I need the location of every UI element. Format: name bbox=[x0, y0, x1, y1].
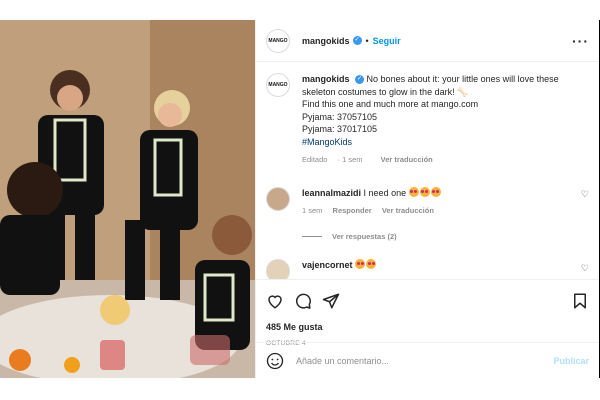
reply-link[interactable]: Responder bbox=[333, 206, 372, 215]
view-replies-label: Ver respuestas (2) bbox=[332, 231, 397, 241]
comment-time: 1 sem bbox=[302, 206, 323, 215]
follow-button[interactable]: Seguir bbox=[373, 36, 401, 46]
commenter-avatar[interactable] bbox=[266, 186, 290, 211]
see-translation-link[interactable]: Ver traducción bbox=[381, 155, 433, 164]
comment-input[interactable] bbox=[294, 354, 554, 367]
view-replies[interactable]: Ver respuestas (2) bbox=[302, 232, 599, 241]
see-translation-link[interactable]: Ver traducción bbox=[382, 206, 434, 215]
comment-body: leannalmazidi I need one 1 sem Responder… bbox=[302, 186, 442, 218]
heart-eyes-emoji bbox=[408, 186, 442, 198]
verified-badge-icon: ✓ bbox=[352, 36, 362, 45]
comment-item: leannalmazidi I need one 1 sem Responder… bbox=[256, 181, 599, 218]
publish-button[interactable]: Publicar bbox=[553, 356, 589, 366]
caption-line-2: Find this one and much more at mango.com bbox=[302, 99, 479, 109]
more-options-icon[interactable]: ··· bbox=[572, 33, 589, 49]
caption-avatar[interactable]: MANGO bbox=[266, 73, 290, 97]
comment-bubble-icon[interactable] bbox=[294, 292, 312, 310]
separator-dot: • bbox=[365, 35, 369, 46]
edited-label: Editado · 1 sem bbox=[302, 155, 363, 164]
commenter-avatar[interactable] bbox=[266, 258, 290, 279]
action-icons bbox=[266, 292, 589, 310]
post-modal: MANGO mangokids ✓ • Seguir ··· MANGO man… bbox=[0, 20, 600, 378]
like-heart-icon[interactable] bbox=[266, 292, 284, 310]
share-send-icon[interactable] bbox=[322, 292, 340, 310]
emoji-smiley-icon[interactable] bbox=[266, 352, 284, 370]
comment-text: I need one bbox=[363, 187, 407, 198]
comment-username[interactable]: vajencornet bbox=[302, 260, 353, 270]
comment-body: vajencornet bbox=[302, 258, 377, 280]
like-comment-heart-icon[interactable]: ♡ bbox=[581, 263, 589, 274]
hashtag-link[interactable]: #MangoKids bbox=[302, 137, 352, 147]
caption-line-4: Pyjama: 37017105 bbox=[302, 124, 378, 134]
caption-username[interactable]: mangokids bbox=[302, 74, 350, 84]
comments-section: MANGO mangokids ✓ No bones about it: you… bbox=[256, 63, 599, 279]
heart-eyes-emoji bbox=[355, 258, 377, 270]
add-comment-bar: Publicar bbox=[256, 342, 599, 378]
comment-item: vajencornet ♡ bbox=[256, 253, 599, 280]
photo-illustration bbox=[0, 20, 255, 378]
comment-username[interactable]: leannalmazidi bbox=[302, 188, 361, 198]
post-photo[interactable] bbox=[0, 20, 255, 378]
caption-body: mangokids ✓ No bones about it: your litt… bbox=[302, 73, 589, 167]
likes-count[interactable]: 485 Me gusta bbox=[266, 322, 589, 332]
bookmark-icon[interactable] bbox=[571, 292, 589, 310]
like-comment-heart-icon[interactable]: ♡ bbox=[581, 189, 589, 200]
caption-line-3: Pyjama: 37057105 bbox=[302, 111, 378, 122]
caption-meta: Editado · 1 sem Ver traducción bbox=[302, 154, 589, 167]
comment-meta: 1 sem Responder Ver traducción bbox=[302, 205, 442, 218]
caption: MANGO mangokids ✓ No bones about it: you… bbox=[256, 63, 599, 167]
post-header: MANGO mangokids ✓ • Seguir ··· bbox=[256, 20, 599, 62]
post-panel: MANGO mangokids ✓ • Seguir ··· MANGO man… bbox=[255, 20, 599, 378]
replies-divider bbox=[302, 235, 322, 237]
verified-badge-icon: ✓ bbox=[355, 75, 365, 85]
avatar[interactable]: MANGO bbox=[266, 28, 290, 53]
header-username[interactable]: mangokids bbox=[302, 36, 350, 46]
